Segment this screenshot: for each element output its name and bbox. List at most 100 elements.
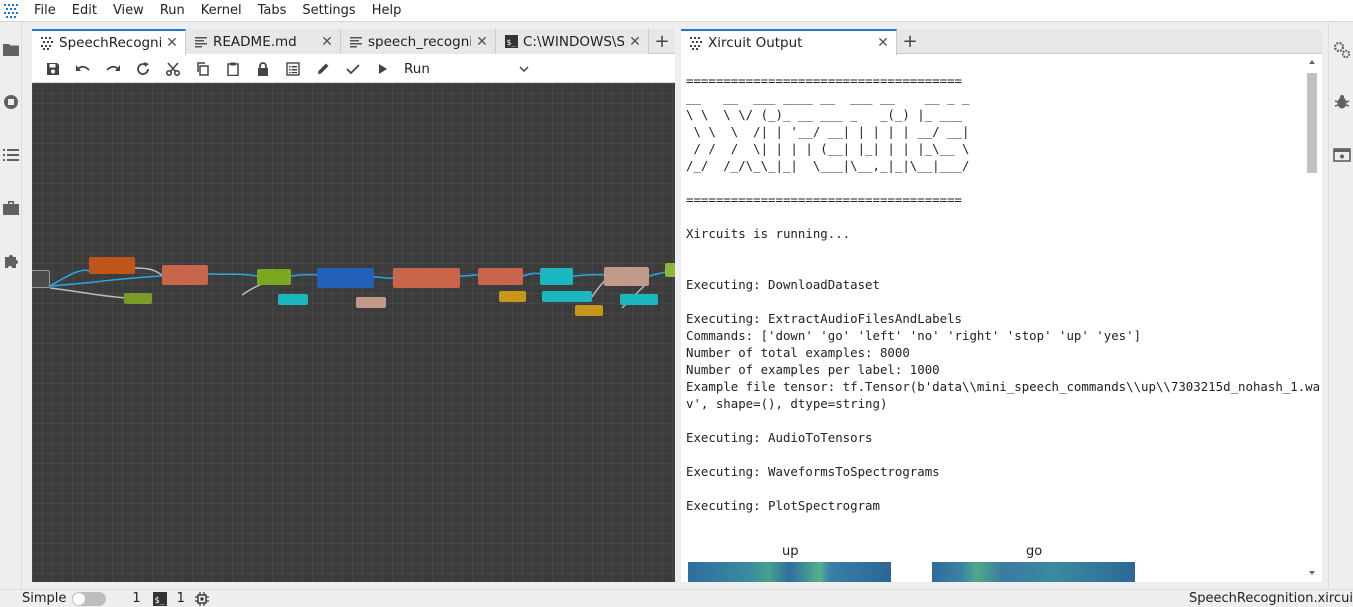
menu-help[interactable]: Help — [364, 0, 410, 22]
xircuit-output-panel: Xircuit Output ✕ + =====================… — [681, 29, 1322, 582]
undo-icon — [76, 64, 90, 71]
puzzle-icon[interactable] — [2, 252, 20, 270]
dataset-node[interactable] — [356, 297, 386, 308]
download-dataset-node[interactable] — [89, 257, 135, 274]
close-icon[interactable]: ✕ — [320, 34, 334, 50]
xircuits-logo-icon — [0, 0, 22, 22]
save-button[interactable] — [38, 57, 68, 81]
undo-button[interactable] — [68, 57, 98, 81]
string-node[interactable] — [542, 291, 592, 302]
check-icon — [346, 63, 360, 74]
right-sidebar — [1328, 22, 1353, 589]
save-model-node[interactable] — [604, 267, 649, 286]
bug-icon[interactable] — [1333, 93, 1351, 111]
menu-run[interactable]: Run — [152, 0, 193, 22]
close-icon[interactable]: ✕ — [165, 35, 179, 51]
paste-icon — [227, 62, 239, 76]
output-log-text: ===================================== __… — [686, 73, 1321, 513]
status-bar: Simple 1 $_ 1 SpeechRecognition.xircuits — [0, 589, 1353, 607]
output-scrollbar[interactable] — [1306, 59, 1318, 579]
literal-value-node[interactable] — [575, 305, 603, 316]
run-type-select[interactable]: Run — [404, 61, 529, 77]
menu-file[interactable]: File — [26, 0, 64, 22]
edit-button[interactable] — [308, 57, 338, 81]
literal-int-node[interactable] — [499, 291, 526, 302]
cut-icon — [166, 61, 180, 76]
train-model-node[interactable] — [393, 268, 460, 288]
list-icon[interactable] — [2, 146, 20, 164]
menu-tabs[interactable]: Tabs — [250, 0, 295, 22]
model-name-node[interactable] — [620, 294, 658, 305]
convert-node[interactable] — [540, 268, 573, 285]
redo-button[interactable] — [98, 57, 128, 81]
toolbox-icon[interactable] — [2, 199, 20, 217]
kernel-count: 1 — [132, 591, 141, 606]
spectrogram-title-go: go — [1026, 544, 1043, 559]
play-icon — [379, 63, 387, 74]
tab-terminal[interactable]: $_ C:\WINDOWS\Sys ✕ — [496, 29, 649, 54]
svg-text:$_: $_ — [506, 38, 516, 47]
output-log[interactable]: ===================================== __… — [681, 55, 1322, 582]
close-icon[interactable]: ✕ — [628, 34, 642, 50]
lock-icon — [258, 61, 268, 76]
folder-icon[interactable] — [2, 40, 20, 58]
left-sidebar — [0, 22, 22, 589]
add-tab-button[interactable]: + — [649, 29, 675, 54]
lock-button[interactable] — [248, 57, 278, 81]
reload-button[interactable] — [128, 57, 158, 81]
gears-icon[interactable] — [1333, 41, 1351, 59]
log-button[interactable] — [278, 57, 308, 81]
compile-model-node[interactable] — [317, 268, 374, 288]
close-icon[interactable]: ✕ — [876, 35, 890, 51]
spectrogram-go-image — [932, 562, 1135, 582]
xircuits-icon — [689, 36, 703, 50]
scroll-up-icon[interactable] — [1308, 59, 1316, 65]
copy-button[interactable] — [188, 57, 218, 81]
literal-float-node[interactable] — [124, 293, 152, 304]
editor-tab-bar: SpeechRecognitio ✕ README.md ✕ speech_re… — [32, 29, 675, 55]
menu-settings[interactable]: Settings — [294, 0, 363, 22]
spectrogram-up-image — [688, 562, 891, 582]
tab-label: speech_recognitio — [368, 33, 471, 50]
reload-icon — [137, 61, 149, 75]
cut-button[interactable] — [158, 57, 188, 81]
spectrogram-title-up: up — [782, 544, 799, 559]
stop-circle-icon[interactable] — [2, 93, 20, 111]
simple-mode-label: Simple — [22, 591, 67, 606]
jupyterlab-window: File Edit View Run Kernel Tabs Settings … — [0, 0, 1353, 607]
split-node[interactable] — [257, 269, 291, 285]
xircuits-canvas[interactable] — [32, 83, 675, 582]
save-icon — [47, 62, 59, 75]
simple-mode-toggle[interactable] — [72, 591, 107, 606]
scroll-thumb[interactable] — [1307, 73, 1317, 173]
finish-node[interactable] — [665, 263, 675, 277]
xircuits-editor-panel: SpeechRecognitio ✕ README.md ✕ speech_re… — [32, 29, 675, 582]
xircuits-icon — [40, 36, 54, 50]
menu-edit[interactable]: Edit — [64, 0, 105, 22]
run-button[interactable] — [368, 57, 398, 81]
tab-speech-recognition[interactable]: SpeechRecognitio ✕ — [32, 29, 186, 55]
edit-icon — [318, 63, 329, 74]
property-inspector-icon[interactable] — [1333, 146, 1351, 164]
menu-view[interactable]: View — [105, 0, 152, 22]
menu-kernel[interactable]: Kernel — [193, 0, 250, 22]
text-file-icon — [349, 35, 363, 49]
start-node[interactable] — [32, 270, 50, 288]
output-tab-bar: Xircuit Output ✕ + — [681, 29, 1322, 55]
tab-speech-recognition-py[interactable]: speech_recognitio ✕ — [341, 29, 496, 54]
paste-button[interactable] — [218, 57, 248, 81]
scroll-down-icon[interactable] — [1308, 570, 1316, 576]
add-tab-button[interactable]: + — [897, 29, 923, 54]
svg-text:$_: $_ — [154, 596, 165, 606]
current-file-name: SpeechRecognition.xircuits — [1189, 591, 1353, 606]
tab-label: README.md — [213, 33, 297, 50]
terminal-icon: $_ — [152, 591, 167, 606]
tab-xircuit-output[interactable]: Xircuit Output ✕ — [681, 29, 897, 55]
tab-readme[interactable]: README.md ✕ — [186, 29, 341, 54]
extract-audio-node[interactable] — [162, 265, 208, 285]
check-button[interactable] — [338, 57, 368, 81]
literal-string-node[interactable] — [278, 294, 308, 305]
evaluate-node[interactable] — [478, 268, 523, 285]
close-icon[interactable]: ✕ — [475, 34, 489, 50]
markdown-icon — [194, 35, 208, 49]
